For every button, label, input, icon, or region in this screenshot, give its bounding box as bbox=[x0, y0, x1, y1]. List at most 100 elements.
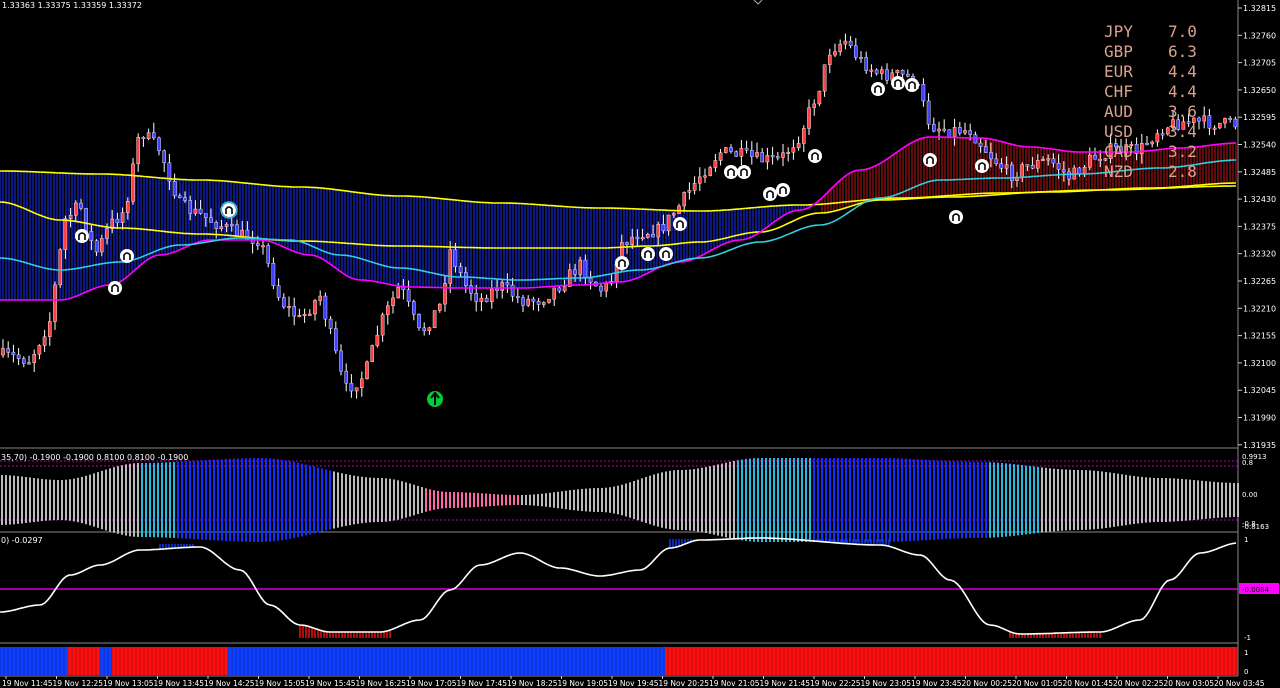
candle-body bbox=[760, 152, 764, 163]
candle-body bbox=[531, 298, 536, 302]
candle-body bbox=[484, 297, 489, 302]
trend-strip: 10 bbox=[0, 647, 1248, 676]
strip-tick-label: 1 bbox=[1244, 649, 1248, 657]
trading-chart[interactable]: 1.32815 1.32760 1.32705 1.32650 1.32595 1.325… bbox=[0, 0, 1280, 688]
candle-body bbox=[999, 163, 1004, 169]
candle-body bbox=[573, 269, 577, 275]
candle-body bbox=[412, 301, 416, 315]
candle-body bbox=[73, 202, 78, 216]
candle-body bbox=[776, 156, 780, 159]
candle-body bbox=[120, 212, 125, 223]
candle-body bbox=[297, 314, 302, 317]
signal-arrow-icon bbox=[871, 82, 885, 96]
candle-body bbox=[822, 64, 827, 92]
time-tick-label: 19 Nov 18:25 bbox=[507, 679, 558, 688]
candle-body bbox=[469, 285, 473, 294]
candle-body bbox=[229, 224, 234, 227]
price-tick-label: 1.31935 bbox=[1243, 441, 1276, 450]
time-tick-label: 19 Nov 22:25 bbox=[810, 679, 861, 688]
candle-body bbox=[942, 128, 946, 131]
candle-body bbox=[42, 336, 47, 346]
candle-body bbox=[578, 259, 582, 275]
price-tick-label: 1.32375 bbox=[1243, 222, 1276, 231]
candle-body bbox=[817, 90, 822, 105]
candle-body bbox=[984, 146, 988, 153]
candle-body bbox=[235, 224, 239, 237]
candle-body bbox=[651, 234, 655, 238]
candle-body bbox=[1020, 164, 1024, 178]
candle-body bbox=[1004, 164, 1009, 169]
candle-body bbox=[552, 287, 556, 300]
candle-body bbox=[27, 362, 31, 365]
candle-body bbox=[1223, 118, 1227, 124]
candle-body bbox=[448, 249, 453, 284]
candle-body bbox=[417, 314, 421, 329]
candle-body bbox=[58, 249, 62, 286]
price-tick-label: 1.32430 bbox=[1243, 195, 1276, 204]
candle-body bbox=[354, 387, 359, 392]
strength-value: 4.4 bbox=[1168, 62, 1197, 81]
candle-body bbox=[973, 134, 978, 144]
candle-body bbox=[177, 195, 182, 198]
signal-arrow-icon bbox=[724, 165, 738, 179]
price-tick-label: 1.31990 bbox=[1243, 414, 1276, 423]
scroll-marker-icon bbox=[753, 0, 763, 5]
oscillator-2: 1 -1 -0.0084 bbox=[0, 536, 1279, 642]
osc2-level-label: -0.0084 bbox=[1242, 586, 1270, 594]
candle-body bbox=[292, 306, 297, 317]
candle-body bbox=[583, 259, 588, 279]
signal-arrow-icon bbox=[659, 247, 673, 261]
oscillator-2-label: 0) -0.0297 bbox=[1, 536, 43, 545]
candle-body bbox=[604, 283, 608, 292]
osc1-tick-label: -0.8163 bbox=[1242, 523, 1269, 531]
candle-body bbox=[203, 213, 208, 218]
signal-arrow-icon bbox=[75, 229, 89, 243]
candle-body bbox=[209, 217, 213, 223]
trend-segment bbox=[0, 647, 67, 675]
candle-body bbox=[521, 297, 525, 306]
strength-currency: CHF bbox=[1104, 82, 1133, 101]
candle-body bbox=[125, 201, 130, 213]
candle-body bbox=[1056, 162, 1061, 170]
candle-body bbox=[261, 245, 265, 248]
candle-body bbox=[646, 234, 650, 238]
candle-body bbox=[344, 370, 349, 384]
ohlc-readout: 1.33363 1.33375 1.33359 1.33372 bbox=[2, 1, 142, 10]
candle-body bbox=[32, 353, 36, 363]
strength-value: 7.0 bbox=[1168, 22, 1197, 41]
candle-body bbox=[37, 345, 42, 355]
strength-currency: JPY bbox=[1104, 22, 1133, 41]
time-tick-label: 19 Nov 23:45 bbox=[911, 679, 962, 688]
candle-body bbox=[828, 54, 832, 65]
candle-body bbox=[214, 222, 219, 229]
candle-body bbox=[786, 152, 790, 154]
signal-arrow-icon bbox=[763, 187, 777, 201]
price-tick-label: 1.32045 bbox=[1243, 386, 1276, 395]
candle-body bbox=[302, 314, 307, 316]
candle-body bbox=[1197, 117, 1201, 122]
price-tick-label: 1.32595 bbox=[1243, 113, 1276, 122]
candle-body bbox=[131, 163, 135, 202]
candle-body bbox=[885, 69, 889, 81]
candle-body bbox=[703, 175, 707, 178]
candle-body bbox=[666, 214, 671, 232]
candle-body bbox=[48, 321, 52, 337]
candle-body bbox=[781, 152, 785, 158]
price-tick-label: 1.32210 bbox=[1243, 304, 1276, 313]
time-tick-label: 20 Nov 03:45 bbox=[1214, 679, 1265, 688]
candle-body bbox=[864, 57, 868, 71]
candle-body bbox=[682, 192, 686, 207]
candle-body bbox=[1212, 127, 1217, 130]
time-axis: 19 Nov 11:45 19 Nov 12:25 19 Nov 13:05 19 N… bbox=[2, 676, 1265, 688]
price-tick-label: 1.32650 bbox=[1243, 86, 1276, 95]
time-tick-label: 19 Nov 19:05 bbox=[558, 679, 609, 688]
strength-row: EUR 4.4 bbox=[1104, 62, 1197, 82]
candle-body bbox=[630, 236, 634, 245]
signal-arrow-icon bbox=[108, 281, 122, 295]
strength-row: NZD 2.8 bbox=[1104, 162, 1197, 182]
candle-body bbox=[661, 224, 666, 232]
candle-body bbox=[271, 262, 276, 286]
candle-body bbox=[1030, 165, 1035, 169]
candle-body bbox=[276, 285, 281, 298]
time-tick-label: 19 Nov 20:25 bbox=[659, 679, 710, 688]
